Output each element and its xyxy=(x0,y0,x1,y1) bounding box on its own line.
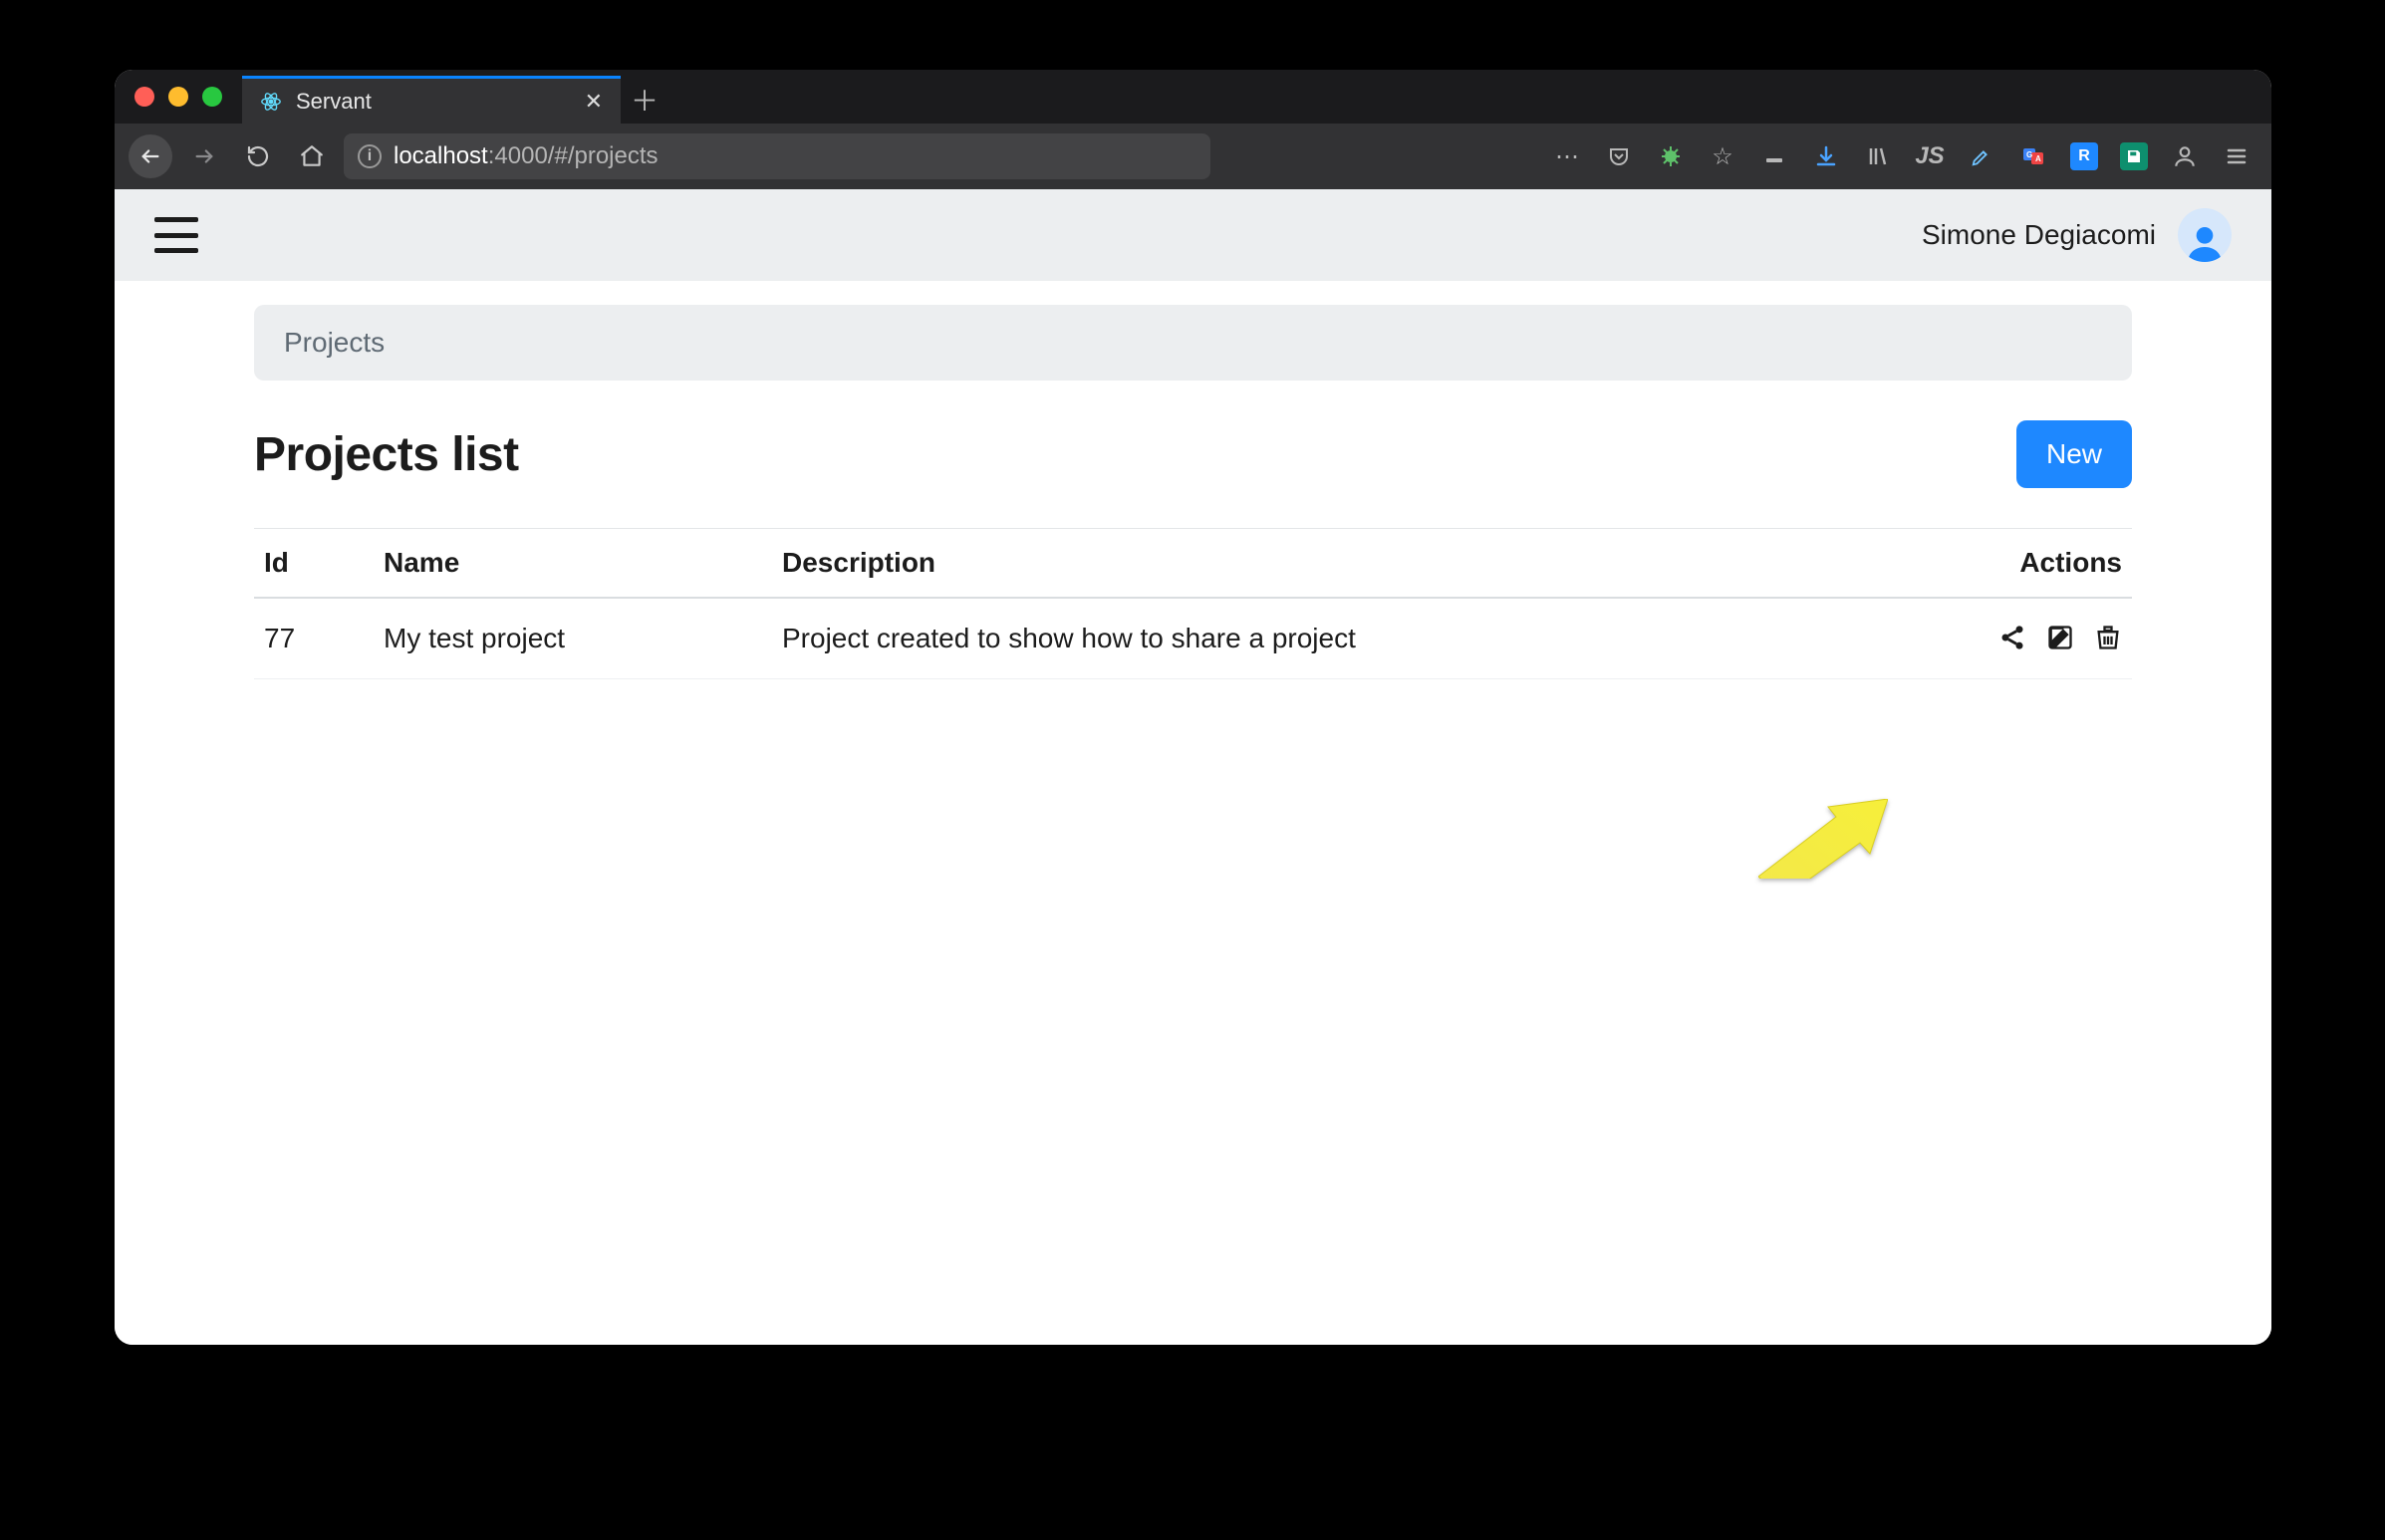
col-header-name: Name xyxy=(374,529,772,599)
user-name: Simone Degiacomi xyxy=(1922,219,2156,251)
url-host: localhost xyxy=(394,142,488,169)
col-header-id: Id xyxy=(254,529,374,599)
breadcrumb-current[interactable]: Projects xyxy=(284,327,385,358)
nav-back-button[interactable] xyxy=(129,134,172,178)
bookmark-star-icon[interactable]: ☆ xyxy=(1708,141,1737,171)
window-controls xyxy=(115,70,242,124)
url-port: :4000 xyxy=(488,142,548,169)
menu-toggle-button[interactable] xyxy=(154,217,198,253)
tab-title: Servant xyxy=(296,89,571,115)
page-title: Projects list xyxy=(254,427,519,482)
svg-text:G: G xyxy=(2026,150,2032,159)
translate-extension-icon[interactable]: GA xyxy=(2018,141,2048,171)
window-zoom-button[interactable] xyxy=(202,87,222,107)
js-extension-icon[interactable]: JS xyxy=(1915,141,1945,171)
browser-tab-active[interactable]: Servant ✕ xyxy=(242,76,621,124)
url-path: /#/projects xyxy=(548,142,659,169)
projects-table: Id Name Description Actions 77My test pr… xyxy=(254,528,2132,679)
site-info-icon[interactable]: i xyxy=(358,144,382,168)
bug-icon[interactable] xyxy=(1656,141,1686,171)
browser-tabstrip: Servant ✕ ＋ xyxy=(115,70,2271,124)
library-icon[interactable] xyxy=(1863,141,1893,171)
new-tab-button[interactable]: ＋ xyxy=(621,76,668,124)
app-header: Simone Degiacomi xyxy=(115,189,2271,281)
r-extension-icon[interactable]: R xyxy=(2070,142,2098,170)
react-icon xyxy=(260,91,282,113)
cell-id: 77 xyxy=(254,598,374,679)
toolbar-right-icons: ⋯ ☆ JS xyxy=(1552,141,2257,171)
user-menu[interactable]: Simone Degiacomi xyxy=(1922,208,2232,262)
pocket-icon[interactable] xyxy=(1604,141,1634,171)
save-extension-icon[interactable] xyxy=(2120,142,2148,170)
cell-name: My test project xyxy=(374,598,772,679)
share-icon[interactable] xyxy=(1996,624,2026,653)
tab-close-icon[interactable]: ✕ xyxy=(585,89,603,115)
window-close-button[interactable] xyxy=(134,87,154,107)
nav-reload-button[interactable] xyxy=(236,134,280,178)
browser-window: Servant ✕ ＋ i localhost:4000/#/proje xyxy=(115,70,2271,1345)
app-menu-icon[interactable] xyxy=(2222,141,2252,171)
col-header-description: Description xyxy=(772,529,1953,599)
browser-toolbar: i localhost:4000/#/projects ⋯ ☆ xyxy=(115,124,2271,189)
window-minimize-button[interactable] xyxy=(168,87,188,107)
page-actions-icon[interactable]: ⋯ xyxy=(1552,141,1582,171)
new-project-button[interactable]: New xyxy=(2016,420,2132,488)
col-header-actions: Actions xyxy=(1953,529,2132,599)
svg-text:A: A xyxy=(2035,154,2041,163)
table-row: 77My test projectProject created to show… xyxy=(254,598,2132,679)
breadcrumb: Projects xyxy=(254,305,2132,381)
nav-home-button[interactable] xyxy=(290,134,334,178)
cell-actions xyxy=(1953,598,2132,679)
app-viewport: Simone Degiacomi Projects Projects list … xyxy=(115,189,2271,1345)
edit-icon[interactable] xyxy=(2044,624,2074,653)
nav-forward-button[interactable] xyxy=(182,134,226,178)
page-content: Projects Projects list New Id Name Descr… xyxy=(115,281,2271,719)
url-text: localhost:4000/#/projects xyxy=(394,142,659,170)
url-bar[interactable]: i localhost:4000/#/projects xyxy=(344,133,1210,179)
account-icon[interactable] xyxy=(2170,141,2200,171)
notification-icon[interactable] xyxy=(1759,141,1789,171)
trash-icon[interactable] xyxy=(2092,624,2122,653)
annotation-arrow xyxy=(1758,799,1888,879)
download-icon[interactable] xyxy=(1811,141,1841,171)
eyedropper-icon[interactable] xyxy=(1967,141,1996,171)
cell-description: Project created to show how to share a p… xyxy=(772,598,1953,679)
avatar xyxy=(2178,208,2232,262)
